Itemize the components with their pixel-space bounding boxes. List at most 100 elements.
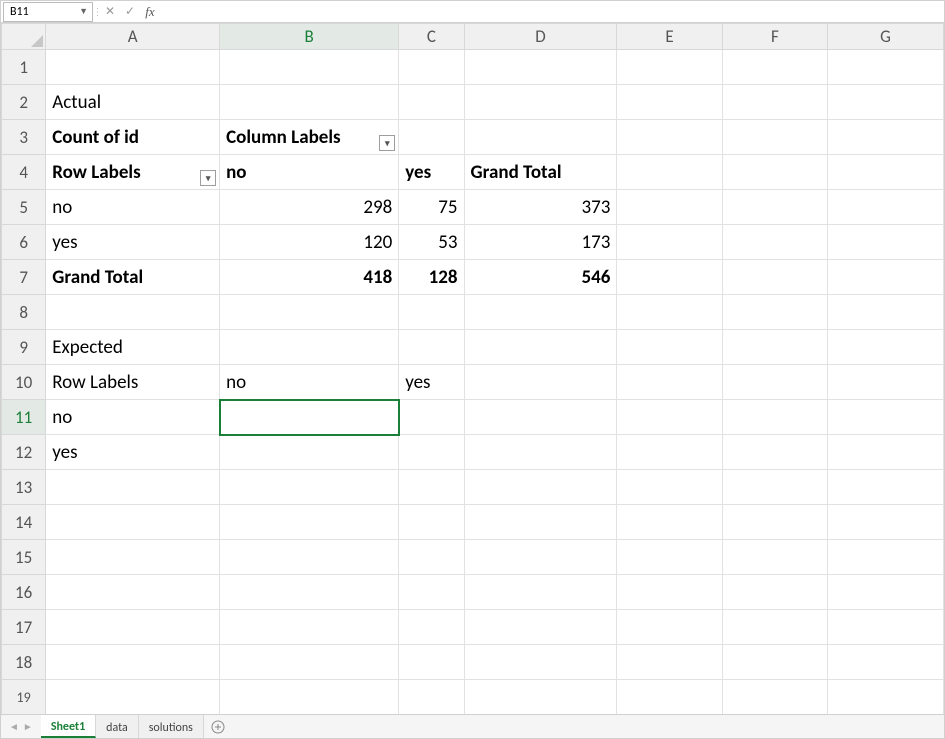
- cell[interactable]: [722, 400, 827, 435]
- cell[interactable]: [399, 85, 464, 120]
- row-header[interactable]: 6: [2, 225, 46, 260]
- col-header-F[interactable]: F: [722, 24, 827, 50]
- cell[interactable]: [722, 575, 827, 610]
- cell-C5[interactable]: 75: [399, 190, 464, 225]
- row-header[interactable]: 18: [2, 645, 46, 680]
- cell[interactable]: [828, 680, 944, 715]
- cell[interactable]: [464, 680, 617, 715]
- cell[interactable]: [617, 155, 722, 190]
- cell[interactable]: [722, 540, 827, 575]
- cell[interactable]: [46, 50, 220, 85]
- cell[interactable]: [828, 330, 944, 365]
- col-header-D[interactable]: D: [464, 24, 617, 50]
- cell[interactable]: [220, 330, 399, 365]
- sheet-tab-data[interactable]: data: [96, 715, 139, 738]
- cell[interactable]: [828, 120, 944, 155]
- cell[interactable]: [617, 330, 722, 365]
- row-header[interactable]: 8: [2, 295, 46, 330]
- cell[interactable]: [464, 470, 617, 505]
- cell[interactable]: [828, 540, 944, 575]
- cell[interactable]: [464, 400, 617, 435]
- cell[interactable]: [464, 505, 617, 540]
- cell[interactable]: [220, 295, 399, 330]
- cell[interactable]: [722, 610, 827, 645]
- cell[interactable]: [828, 50, 944, 85]
- cell[interactable]: [46, 505, 220, 540]
- row-header[interactable]: 11: [2, 400, 46, 435]
- cell[interactable]: [617, 575, 722, 610]
- cell[interactable]: [220, 540, 399, 575]
- row-header[interactable]: 10: [2, 365, 46, 400]
- cell-A11[interactable]: no: [46, 400, 220, 435]
- cell[interactable]: [722, 190, 827, 225]
- cell[interactable]: [722, 260, 827, 295]
- cell[interactable]: [617, 680, 722, 715]
- tab-prev-button[interactable]: ◄: [9, 720, 19, 733]
- sheet-tab-sheet1[interactable]: Sheet1: [41, 715, 96, 738]
- formula-input[interactable]: [160, 2, 944, 22]
- row-header[interactable]: 4: [2, 155, 46, 190]
- cell[interactable]: [617, 400, 722, 435]
- cell[interactable]: [722, 330, 827, 365]
- cell[interactable]: [399, 540, 464, 575]
- cell-A5[interactable]: no: [46, 190, 220, 225]
- row-header[interactable]: 9: [2, 330, 46, 365]
- cell[interactable]: [722, 365, 827, 400]
- cell[interactable]: [828, 260, 944, 295]
- cell[interactable]: [828, 645, 944, 680]
- cell[interactable]: [617, 85, 722, 120]
- cell[interactable]: [722, 645, 827, 680]
- cell[interactable]: [828, 85, 944, 120]
- row-header[interactable]: 15: [2, 540, 46, 575]
- cell[interactable]: [722, 680, 827, 715]
- tab-next-button[interactable]: ►: [23, 720, 33, 733]
- row-header[interactable]: 2: [2, 85, 46, 120]
- cell[interactable]: [464, 575, 617, 610]
- row-header[interactable]: 5: [2, 190, 46, 225]
- cancel-button[interactable]: ✕: [100, 2, 120, 22]
- row-header[interactable]: 13: [2, 470, 46, 505]
- cell-D7[interactable]: 546: [464, 260, 617, 295]
- cell[interactable]: [617, 505, 722, 540]
- cell[interactable]: [464, 610, 617, 645]
- cell[interactable]: [464, 85, 617, 120]
- cell[interactable]: [617, 470, 722, 505]
- cell[interactable]: [828, 505, 944, 540]
- row-header[interactable]: 1: [2, 50, 46, 85]
- col-header-A[interactable]: A: [46, 24, 220, 50]
- sheet-tab-solutions[interactable]: solutions: [139, 715, 204, 738]
- cell[interactable]: [828, 295, 944, 330]
- cell[interactable]: [46, 295, 220, 330]
- cell-A9[interactable]: Expected: [46, 330, 220, 365]
- name-box[interactable]: B11 ▼: [3, 2, 93, 22]
- cell[interactable]: [464, 365, 617, 400]
- cell[interactable]: [722, 225, 827, 260]
- cell[interactable]: [617, 225, 722, 260]
- cell-A12[interactable]: yes: [46, 435, 220, 470]
- cell[interactable]: [617, 365, 722, 400]
- cell-B7[interactable]: 418: [220, 260, 399, 295]
- cell[interactable]: [722, 295, 827, 330]
- cell[interactable]: [617, 50, 722, 85]
- cell[interactable]: [617, 645, 722, 680]
- cell[interactable]: [399, 330, 464, 365]
- cell[interactable]: [828, 610, 944, 645]
- cell-C6[interactable]: 53: [399, 225, 464, 260]
- cell-B6[interactable]: 120: [220, 225, 399, 260]
- cell[interactable]: [722, 50, 827, 85]
- cell[interactable]: [399, 645, 464, 680]
- cell[interactable]: [399, 435, 464, 470]
- cell[interactable]: [46, 575, 220, 610]
- row-header[interactable]: 12: [2, 435, 46, 470]
- row-header[interactable]: 17: [2, 610, 46, 645]
- cell-D4[interactable]: Grand Total: [464, 155, 617, 190]
- cell-C4[interactable]: yes: [399, 155, 464, 190]
- cell[interactable]: [722, 470, 827, 505]
- cell[interactable]: [464, 295, 617, 330]
- row-header[interactable]: 16: [2, 575, 46, 610]
- cell[interactable]: [617, 190, 722, 225]
- cell[interactable]: [464, 645, 617, 680]
- cell[interactable]: [220, 50, 399, 85]
- cell-B4[interactable]: no: [220, 155, 399, 190]
- pivot-column-filter-button[interactable]: ▾: [379, 135, 395, 151]
